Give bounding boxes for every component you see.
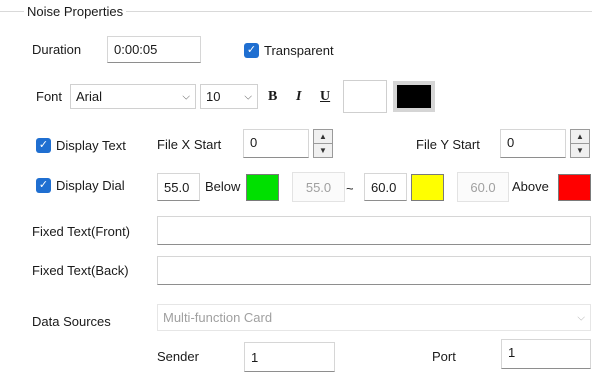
file-y-start-value: 0 — [507, 135, 515, 150]
file-y-start-spinner[interactable]: ▲ ▼ — [570, 129, 590, 158]
file-x-start-value: 0 — [250, 135, 258, 150]
italic-button[interactable]: I — [296, 89, 301, 105]
transparent-label: Transparent — [264, 43, 334, 58]
range-tilde: ~ — [346, 181, 354, 196]
display-text-label: Display Text — [56, 138, 126, 153]
background-color-button[interactable] — [343, 80, 387, 113]
data-sources-select[interactable]: Multi-function Card ⌵ — [157, 304, 591, 331]
spin-up-icon[interactable]: ▲ — [314, 130, 332, 143]
middle-color-button[interactable] — [411, 174, 444, 201]
duration-label: Duration — [32, 42, 82, 57]
above-label: Above — [512, 179, 549, 194]
spin-down-icon[interactable]: ▼ — [314, 143, 332, 157]
font-label: Font — [36, 89, 63, 104]
file-x-start-spinner[interactable]: ▲ ▼ — [313, 129, 333, 158]
sender-label: Sender — [157, 349, 199, 364]
above-color-button[interactable] — [558, 174, 591, 201]
file-x-start-label: File X Start — [157, 137, 222, 152]
bold-icon: B — [268, 89, 278, 104]
font-size-value: 10 — [206, 89, 221, 104]
below-threshold-value: 55.0 — [164, 179, 190, 195]
display-text-checkbox[interactable]: ✓ — [36, 138, 51, 153]
sender-input[interactable]: 1 — [244, 342, 335, 372]
font-size-select[interactable]: 10 ⌵ — [200, 84, 258, 109]
check-icon: ✓ — [38, 179, 49, 191]
font-family-value: Arial — [76, 89, 103, 104]
underline-icon: U — [320, 89, 331, 104]
spin-down-icon[interactable]: ▼ — [571, 143, 589, 157]
file-y-start-label: File Y Start — [416, 137, 480, 152]
port-input[interactable]: 1 — [501, 339, 591, 369]
chevron-down-icon: ⌵ — [244, 91, 252, 102]
below-threshold-input[interactable]: 55.0 — [157, 173, 200, 201]
file-x-start-input[interactable]: 0 — [243, 129, 309, 158]
sender-value: 1 — [251, 349, 259, 365]
check-icon: ✓ — [38, 139, 49, 151]
fixed-text-front-label: Fixed Text(Front) — [32, 224, 131, 239]
above-readonly-field: 60.0 — [457, 172, 509, 202]
font-family-select[interactable]: Arial ⌵ — [70, 84, 196, 109]
fixed-text-back-input[interactable] — [157, 256, 591, 285]
underline-button[interactable]: U — [320, 89, 330, 105]
below-readonly-field: 55.0 — [292, 172, 345, 202]
data-sources-value: Multi-function Card — [163, 310, 273, 325]
above-readonly-value: 60.0 — [470, 179, 496, 195]
display-dial-label: Display Dial — [56, 178, 125, 193]
above-threshold-input[interactable]: 60.0 — [364, 173, 407, 201]
below-readonly-value: 55.0 — [305, 179, 332, 195]
italic-icon: I — [296, 89, 302, 104]
below-color-button[interactable] — [246, 174, 279, 201]
transparent-checkbox[interactable]: ✓ — [244, 43, 259, 58]
text-color-button[interactable] — [393, 81, 435, 112]
display-dial-checkbox[interactable]: ✓ — [36, 178, 51, 193]
data-sources-label: Data Sources — [32, 314, 111, 329]
group-title: Noise Properties — [24, 4, 127, 19]
chevron-down-icon: ⌵ — [182, 91, 190, 102]
port-label: Port — [432, 349, 456, 364]
fixed-text-front-input[interactable] — [157, 216, 591, 245]
bold-button[interactable]: B — [268, 89, 277, 105]
fixed-text-back-label: Fixed Text(Back) — [32, 263, 129, 278]
spin-up-icon[interactable]: ▲ — [571, 130, 589, 143]
above-threshold-value: 60.0 — [371, 179, 397, 195]
duration-input[interactable]: 0:00:05 — [107, 36, 201, 63]
file-y-start-input[interactable]: 0 — [500, 129, 566, 158]
port-value: 1 — [508, 345, 516, 360]
check-icon: ✓ — [246, 44, 257, 56]
below-label: Below — [205, 179, 241, 194]
chevron-down-icon: ⌵ — [577, 312, 585, 323]
duration-value: 0:00:05 — [114, 42, 158, 57]
